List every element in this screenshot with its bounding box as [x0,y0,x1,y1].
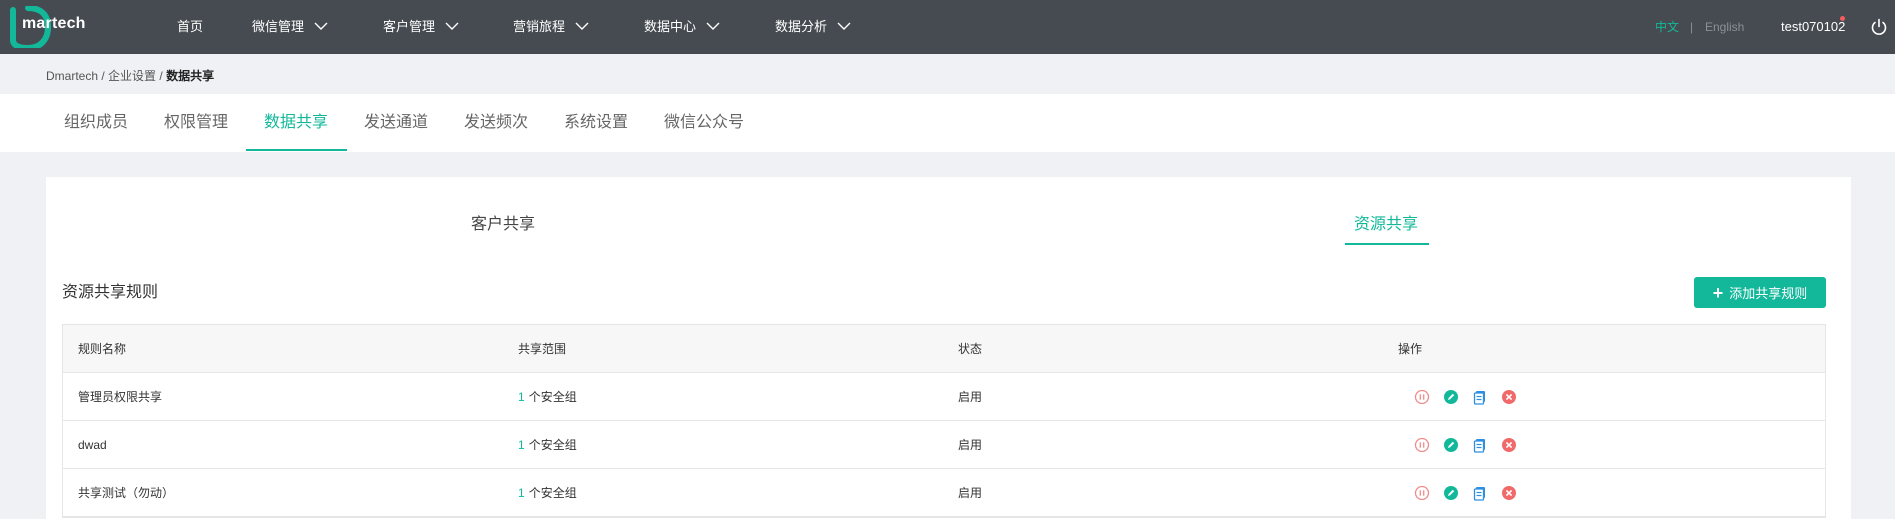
tab-permissions[interactable]: 权限管理 [164,94,228,152]
row-actions [1412,435,1519,455]
notification-dot [1840,16,1845,21]
main-panel: 客户共享 资源共享 资源共享规则 + 添加共享规则 规则名称 共享范围 状态 操… [46,177,1851,519]
lang-zh-link[interactable]: 中文 [1655,0,1679,54]
breadcrumb-root[interactable]: Dmartech [46,69,98,83]
column-header: 状态 [958,342,983,356]
breadcrumb-current: 数据共享 [166,69,215,83]
active-tab-indicator [246,149,347,151]
breadcrumb-parent[interactable]: 企业设置 [108,69,156,83]
tab-send-channel[interactable]: 发送通道 [364,94,428,152]
breadcrumb: Dmartech / 企业设置 / 数据共享 [46,67,214,84]
copy-icon[interactable] [1470,435,1490,455]
rules-table: 规则名称 共享范围 状态 操作 管理员权限共享 1 个安全组 启用 dwad 1个… [62,324,1826,518]
edit-icon[interactable] [1441,483,1461,503]
tab-members[interactable]: 组织成员 [64,94,128,152]
add-rule-button[interactable]: + 添加共享规则 [1694,277,1826,308]
table-row: dwad 1 个安全组 启用 [63,421,1825,469]
pause-icon[interactable] [1412,435,1432,455]
chevron-down-icon [314,22,328,30]
nav-home-label: 首页 [177,19,204,34]
column-header: 共享范围 [518,342,567,356]
chevron-down-icon [575,22,589,30]
rule-name: 管理员权限共享 [78,390,163,404]
table-header: 规则名称 共享范围 状态 操作 [63,325,1825,373]
tab-system-settings[interactable]: 系统设置 [564,94,628,152]
nav-data-center[interactable]: 数据中心 [644,0,720,54]
row-actions [1412,387,1519,407]
nav-journey[interactable]: 营销旅程 [513,0,589,54]
nav-data-analysis-label: 数据分析 [775,19,828,34]
rule-status: 启用 [958,390,983,404]
subtab-resource-sharing[interactable]: 资源共享 [1354,210,1418,234]
edit-icon[interactable] [1441,435,1461,455]
pause-icon[interactable] [1412,387,1432,407]
top-navbar: martech 首页 微信管理 客户管理 营销旅程 数据中心 数据分析 中文 |… [0,0,1895,54]
subtab-customer-sharing[interactable]: 客户共享 [471,210,535,234]
chevron-down-icon [445,22,459,30]
chevron-down-icon [706,22,720,30]
add-rule-label: 添加共享规则 [1729,286,1808,301]
power-icon[interactable] [1870,18,1888,36]
pause-icon[interactable] [1412,483,1432,503]
copy-icon[interactable] [1470,483,1490,503]
lang-en-link[interactable]: English [1705,0,1744,54]
rule-status: 启用 [958,438,983,452]
nav-journey-label: 营销旅程 [513,19,566,34]
tab-wechat-account[interactable]: 微信公众号 [664,94,744,152]
nav-data-analysis[interactable]: 数据分析 [775,0,851,54]
breadcrumb-separator: / [156,69,167,83]
table-row: 管理员权限共享 1 个安全组 启用 [63,373,1825,421]
lang-separator: | [1690,20,1694,34]
scope-text: 个安全组 [528,390,577,404]
tab-send-frequency[interactable]: 发送频次 [464,94,528,152]
nav-customer[interactable]: 客户管理 [383,0,459,54]
column-header: 操作 [1398,342,1423,356]
rule-name: dwad [78,438,107,452]
scope-text: 个安全组 [528,486,577,500]
chevron-down-icon [837,22,851,30]
rule-status: 启用 [958,486,983,500]
tab-data-sharing[interactable]: 数据共享 [264,94,328,152]
section-title: 资源共享规则 [62,284,159,301]
table-row: 共享测试（勿动） 1 个安全组 启用 [63,469,1825,517]
nav-data-center-label: 数据中心 [644,19,697,34]
delete-icon[interactable] [1499,483,1519,503]
share-scope[interactable]: 1 个安全组 [518,469,577,517]
nav-customer-label: 客户管理 [383,19,436,34]
nav-wechat-label: 微信管理 [252,19,305,34]
share-scope[interactable]: 1 个安全组 [518,373,577,421]
row-actions [1412,483,1519,503]
scope-text: 个安全组 [528,438,577,452]
rule-name: 共享测试（勿动） [78,486,175,500]
nav-wechat[interactable]: 微信管理 [252,0,328,54]
active-subtab-indicator [1345,243,1429,245]
delete-icon[interactable] [1499,387,1519,407]
scope-count[interactable]: 1 [518,438,525,452]
copy-icon[interactable] [1470,387,1490,407]
plus-icon: + [1712,282,1724,303]
user-name[interactable]: test070102 [1781,0,1845,54]
column-header: 规则名称 [78,342,127,356]
settings-tabs: 组织成员 权限管理 数据共享 发送通道 发送频次 系统设置 微信公众号 [0,94,1895,152]
breadcrumb-separator: / [98,69,109,83]
delete-icon[interactable] [1499,435,1519,455]
edit-icon[interactable] [1441,387,1461,407]
logo-text[interactable]: martech [22,15,86,33]
scope-count[interactable]: 1 [518,390,525,404]
share-scope[interactable]: 1 个安全组 [518,421,577,469]
scope-count[interactable]: 1 [518,486,525,500]
nav-home[interactable]: 首页 [177,0,203,54]
